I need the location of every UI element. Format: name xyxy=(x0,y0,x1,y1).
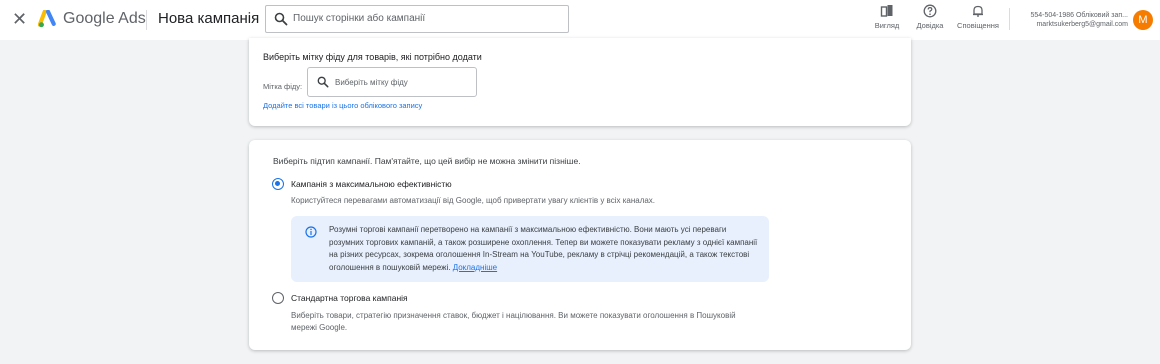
search-placeholder: Пошук сторінки або кампанії xyxy=(293,13,426,24)
add-all-products-link[interactable]: Додайте всі товари із цього облікового з… xyxy=(263,101,422,110)
notifications-label: Сповіщення xyxy=(957,21,999,30)
view-label: Вигляд xyxy=(874,21,900,30)
view-icon xyxy=(880,5,893,17)
notifications-button[interactable]: Сповіщення xyxy=(953,4,1003,30)
account-info[interactable]: 554-504-1986 Обліковий зап... marktsuker… xyxy=(1016,11,1128,29)
google-ads-logo xyxy=(38,10,56,28)
campaign-subtype-card: Виберіть підтип кампанії. Пам'ятайте, що… xyxy=(249,140,911,350)
option-title-standard-shopping[interactable]: Стандартна торгова кампанія xyxy=(291,293,408,303)
search-box[interactable]: Пошук сторінки або кампанії xyxy=(265,5,569,33)
feed-input-placeholder: Виберіть мітку фіду xyxy=(335,78,408,87)
top-bar: ✕ Google Ads Нова кампанія Пошук сторінк… xyxy=(0,0,1160,40)
subtype-question: Виберіть підтип кампанії. Пам'ятайте, що… xyxy=(273,156,581,166)
divider xyxy=(1009,8,1010,30)
option-title-performance-max[interactable]: Кампанія з максимальною ефективністю xyxy=(291,179,452,189)
help-icon xyxy=(923,4,937,18)
page-title: Нова кампанія xyxy=(158,10,260,27)
account-email: marktsukerberg5@gmail.com xyxy=(1036,21,1128,28)
search-icon xyxy=(274,12,288,26)
info-banner: Розумні торгові кампанії перетворено на … xyxy=(291,216,769,282)
close-icon[interactable]: ✕ xyxy=(12,9,27,29)
help-button[interactable]: Довідка xyxy=(908,4,952,30)
account-id: 554-504-1986 Обліковий зап... xyxy=(1030,12,1128,19)
radio-standard-shopping[interactable] xyxy=(272,292,284,304)
feed-label-input[interactable]: Виберіть мітку фіду xyxy=(307,67,477,97)
info-body: Розумні торгові кампанії перетворено на … xyxy=(329,225,758,272)
feed-field-label: Мітка фіду: xyxy=(263,82,303,91)
info-icon xyxy=(305,226,317,238)
avatar[interactable]: M xyxy=(1133,10,1153,30)
option-description-standard-shopping: Виберіть товари, стратегію призначення с… xyxy=(291,311,736,332)
brand-name: Google Ads xyxy=(63,10,146,27)
product-feed-card: Виберіть мітку фіду для товарів, які пот… xyxy=(249,38,911,126)
feed-instruction: Виберіть мітку фіду для товарів, які пот… xyxy=(263,52,482,62)
help-label: Довідка xyxy=(916,21,944,30)
divider xyxy=(146,10,147,30)
radio-performance-max[interactable] xyxy=(272,178,284,190)
bell-icon xyxy=(973,5,983,17)
info-text: Розумні торгові кампанії перетворено на … xyxy=(329,224,759,274)
learn-more-link[interactable]: Докладніше xyxy=(453,263,497,272)
option-description-performance-max: Користуйтеся перевагами автоматизації ві… xyxy=(291,196,656,205)
view-button[interactable]: Вигляд xyxy=(865,4,909,30)
search-icon xyxy=(317,76,329,88)
